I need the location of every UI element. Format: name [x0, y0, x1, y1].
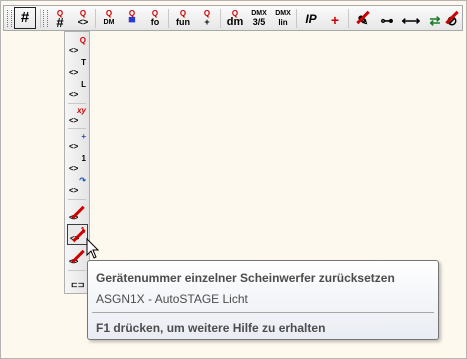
- hash-q-button[interactable]: Q #: [49, 7, 71, 29]
- plus-red-button[interactable]: +: [324, 7, 346, 29]
- connector-icon: ⊏⊐: [71, 280, 85, 289]
- dm-q-button[interactable]: Qdm: [224, 7, 246, 29]
- reset-other-button[interactable]: <>: [67, 246, 88, 267]
- cancel-button[interactable]: ⊘: [441, 7, 463, 29]
- tooltip-help: F1 drücken, um weitere Hilfe zu erhalten: [96, 321, 326, 335]
- width-icon: ⟷: [401, 13, 421, 28]
- connector-button[interactable]: ⊏⊐: [67, 273, 88, 294]
- plus-red-icon: +: [330, 12, 340, 28]
- ip-button[interactable]: IP: [300, 7, 322, 29]
- toolbar-grip[interactable]: [7, 10, 12, 27]
- t-compare-button[interactable]: T <>: [67, 57, 88, 78]
- ip-icon: IP: [305, 12, 317, 26]
- l-compare-icon: L: [81, 80, 86, 89]
- l-compare-button[interactable]: L <>: [67, 79, 88, 100]
- reset-edit-button[interactable]: <>: [67, 202, 88, 223]
- one-compare-icon: 1: [81, 154, 86, 163]
- cross-compare-icon: +: [81, 132, 86, 141]
- dmx-lin-button[interactable]: DMX lin: [272, 7, 294, 29]
- rotate-compare-button[interactable]: ↷ <>: [67, 175, 88, 196]
- align-button[interactable]: ⊶: [376, 7, 398, 29]
- toolbar-separator: [95, 9, 96, 28]
- dim-q-icon: Q: [105, 9, 113, 18]
- toolbar-separator: [296, 9, 297, 28]
- dim-q-button[interactable]: Q DM: [98, 7, 120, 29]
- reset-fixture-number-button[interactable]: 1<>: [67, 224, 88, 245]
- pos-q-button[interactable]: Q +: [196, 7, 218, 29]
- toolbar-separator: [40, 9, 41, 28]
- tooltip-divider: [92, 312, 434, 313]
- toolbar-separator: [348, 9, 349, 28]
- mouse-cursor-icon: [86, 238, 100, 259]
- no-edit-button[interactable]: ✎: [352, 7, 374, 29]
- width-button[interactable]: ⟷: [400, 7, 422, 29]
- q-compare-button[interactable]: Q <>: [67, 35, 88, 56]
- q-compare-icon: Q: [79, 36, 86, 45]
- toolbar-separator: [68, 103, 86, 104]
- tooltip: Gerätenummer einzelner Scheinwerfer zurü…: [87, 260, 439, 340]
- toolbar-separator: [168, 9, 169, 28]
- rotate-compare-icon: ↷: [79, 176, 86, 185]
- focus-q-button[interactable]: Qfo: [144, 7, 166, 29]
- hash-button[interactable]: #: [14, 7, 36, 29]
- top-toolbar: # Q # Q <> Q DM Q ▀ Qfo Qfun Q + Qdm DMX 3/5 D…: [3, 5, 463, 31]
- color-q-button[interactable]: Q ▀: [121, 7, 143, 29]
- dmx-35-button[interactable]: DMX 3/5: [248, 7, 270, 29]
- xy-compare-button[interactable]: xy <>: [67, 105, 88, 126]
- tooltip-title: Gerätenummer einzelner Scheinwerfer zurü…: [96, 271, 395, 285]
- compare-q-button[interactable]: Q <>: [72, 7, 94, 29]
- toolbar-grip[interactable]: [43, 10, 48, 27]
- one-compare-button[interactable]: 1 <>: [67, 153, 88, 174]
- xy-compare-icon: xy: [77, 106, 86, 115]
- toolbar-separator: [220, 9, 221, 28]
- t-compare-icon: T: [81, 58, 86, 67]
- toolbar-separator: [68, 128, 86, 129]
- cross-compare-button[interactable]: + <>: [67, 131, 88, 152]
- hash-icon: #: [20, 9, 30, 26]
- toolbar-separator: [68, 270, 86, 271]
- align-icon: ⊶: [380, 13, 394, 28]
- toolbar-separator: [68, 199, 86, 200]
- dmx-lin-icon: DMX: [275, 10, 291, 17]
- fun-q-button[interactable]: Qfun: [172, 7, 194, 29]
- tooltip-command: ASGN1X - AutoSTAGE Licht: [96, 292, 248, 306]
